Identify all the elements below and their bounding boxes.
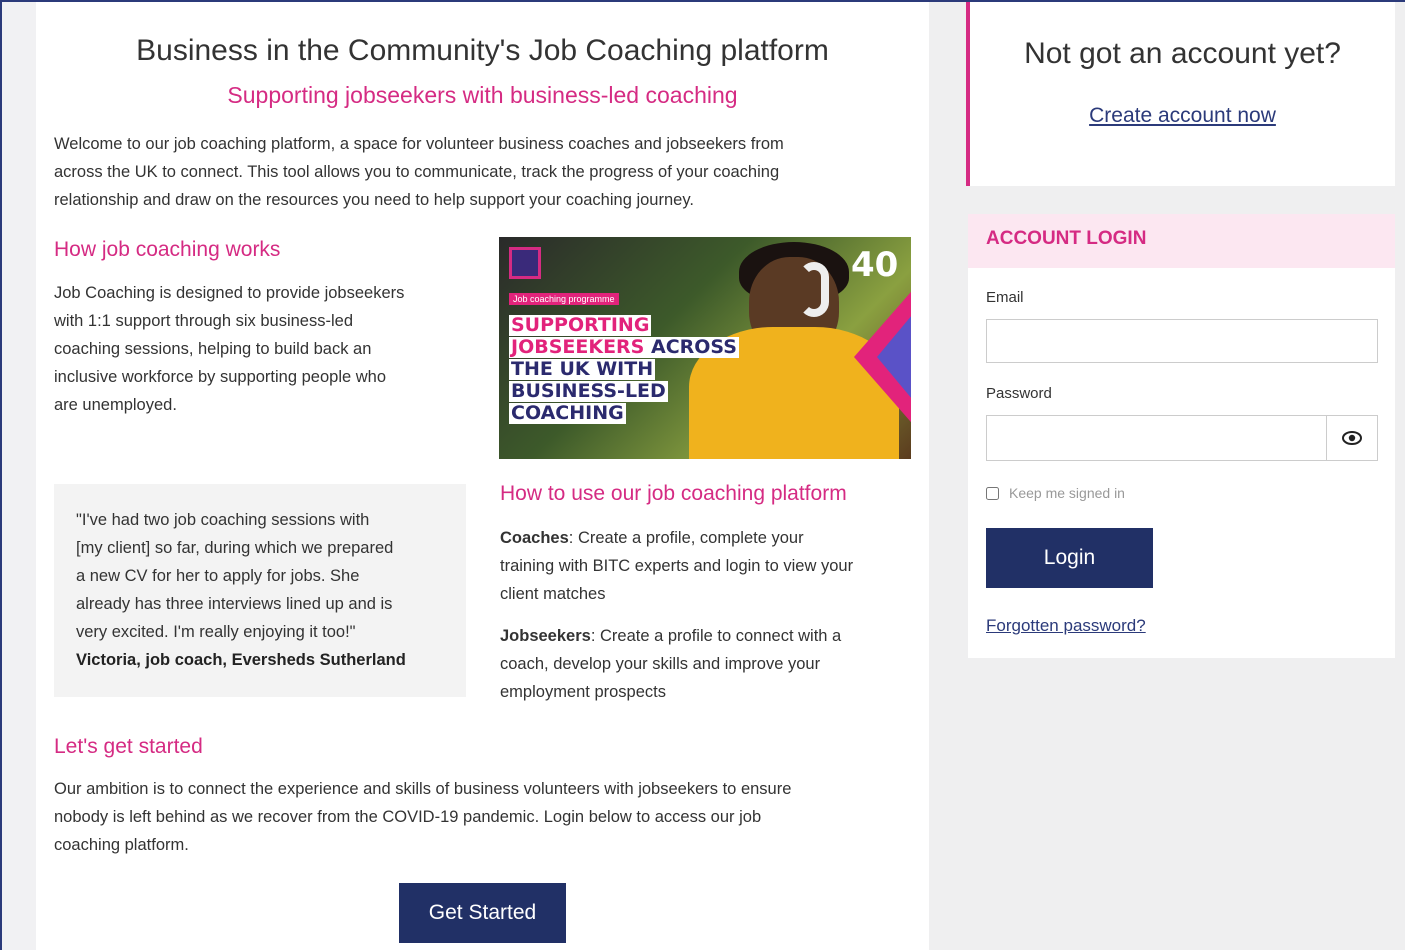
- hero-image: 40 Job coaching programme SUPPORTING JOB…: [499, 237, 911, 459]
- login-card: ACCOUNT LOGIN Email Password Keep me sig…: [968, 214, 1395, 658]
- coaches-line: client matches: [500, 585, 606, 603]
- quote-line: [my client] so far, during which we prep…: [76, 539, 394, 557]
- jobseekers-label: Jobseekers: [500, 627, 591, 645]
- hero-line-text: SUPPORTING: [511, 314, 650, 336]
- how-works-line: coaching sessions, helping to build back…: [54, 340, 372, 358]
- hero-line-text: COACHING: [511, 402, 624, 424]
- quote-line: "I've had two job coaching sessions with: [76, 511, 370, 529]
- how-works-line: are unemployed.: [54, 396, 177, 414]
- jobseekers-line: employment prospects: [500, 683, 666, 701]
- page-title: Business in the Community's Job Coaching…: [136, 34, 829, 67]
- password-field[interactable]: [986, 415, 1327, 461]
- get-started-line: coaching platform.: [54, 836, 189, 854]
- hero-line-text: JOBSEEKERS: [511, 336, 645, 358]
- eye-icon: [1342, 431, 1362, 445]
- quote-attribution: Victoria, job coach, Eversheds Sutherlan…: [76, 651, 406, 669]
- hero-tag: Job coaching programme: [509, 293, 619, 305]
- email-label: Email: [986, 289, 1024, 306]
- create-account-panel: Not got an account yet? Create account n…: [966, 2, 1395, 186]
- testimonial-box: "I've had two job coaching sessions with…: [54, 484, 466, 697]
- get-started-line: nobody is left behind as we recover from…: [54, 808, 762, 826]
- main-panel: Business in the Community's Job Coaching…: [36, 2, 929, 950]
- bitc-logo: [509, 247, 541, 279]
- hero-line-text: THE UK WITH: [511, 358, 654, 380]
- keep-signed-in-checkbox[interactable]: [986, 486, 999, 500]
- page-subtitle: Supporting jobseekers with business-led …: [227, 82, 738, 108]
- email-field[interactable]: [986, 319, 1378, 363]
- how-use-heading: How to use our job coaching platform: [500, 482, 847, 505]
- get-started-heading: Let's get started: [54, 735, 203, 758]
- how-works-line: Job Coaching is designed to provide jobs…: [54, 284, 405, 302]
- forgot-password-link[interactable]: Forgotten password?: [986, 616, 1146, 636]
- hero-line: BUSINESS-LED: [509, 381, 668, 402]
- jobseekers-line: coach, develop your skills and improve y…: [500, 655, 821, 673]
- hero-chevron-purple: [877, 297, 911, 417]
- coaches-text: Coaches: Create a profile, complete your…: [500, 524, 920, 608]
- password-label: Password: [986, 385, 1052, 402]
- hero-line: SUPPORTING: [509, 314, 652, 336]
- login-button[interactable]: Login: [986, 528, 1153, 588]
- coaches-line: training with BITC experts and login to …: [500, 557, 854, 575]
- intro-line: relationship and draw on the resources y…: [54, 191, 694, 209]
- create-account-question: Not got an account yet?: [1024, 37, 1341, 70]
- how-works-heading: How job coaching works: [54, 238, 281, 261]
- hero-line-text: BUSINESS-LED: [511, 380, 666, 402]
- jobseekers-line: : Create a profile to connect with a: [590, 627, 842, 645]
- create-account-link[interactable]: Create account now: [970, 104, 1395, 128]
- get-started-line: Our ambition is to connect the experienc…: [54, 780, 792, 798]
- jobseekers-text: Jobseekers: Create a profile to connect …: [500, 622, 920, 706]
- intro-line: Welcome to our job coaching platform, a …: [54, 135, 784, 153]
- quote-line: already has three interviews lined up an…: [76, 595, 393, 613]
- quote-line: a new CV for her to apply for jobs. She: [76, 567, 360, 585]
- hero-line: THE UK WITH: [509, 358, 656, 380]
- coaches-line: : Create a profile, complete your: [568, 529, 804, 547]
- show-password-button[interactable]: [1326, 415, 1378, 461]
- quote-line: very excited. I'm really enjoying it too…: [76, 623, 356, 641]
- coaches-label: Coaches: [500, 529, 569, 547]
- get-started-text: Our ambition is to connect the experienc…: [54, 775, 914, 859]
- intro-paragraph: Welcome to our job coaching platform, a …: [54, 130, 914, 214]
- get-started-button[interactable]: Get Started: [399, 883, 566, 943]
- intro-line: across the UK to connect. This tool allo…: [54, 163, 780, 181]
- how-works-line: with 1:1 support through six business-le…: [54, 312, 353, 330]
- left-gutter: [2, 2, 36, 950]
- headphones-icon: [799, 262, 829, 317]
- hero-line: COACHING: [509, 403, 626, 424]
- login-heading: ACCOUNT LOGIN: [968, 214, 1395, 268]
- keep-signed-in[interactable]: Keep me signed in: [986, 485, 1125, 501]
- how-works-line: inclusive workforce by supporting people…: [54, 368, 387, 386]
- hero-badge: 40: [851, 245, 899, 285]
- hero-line-text: ACROSS: [644, 336, 737, 358]
- how-works-text: Job Coaching is designed to provide jobs…: [54, 279, 474, 419]
- keep-signed-in-label: Keep me signed in: [1009, 485, 1125, 501]
- hero-line: JOBSEEKERS ACROSS: [509, 337, 739, 358]
